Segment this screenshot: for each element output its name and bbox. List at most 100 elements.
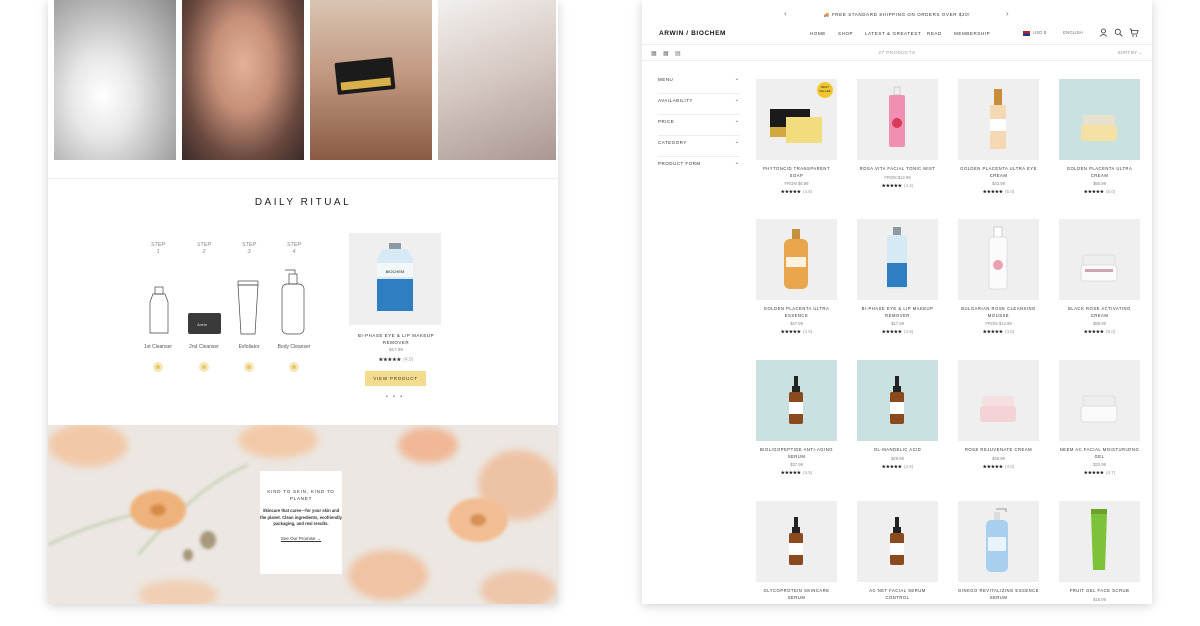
step-3-label: STEP 3 (241, 242, 257, 255)
product-image[interactable]: BEST SELLER (756, 79, 837, 160)
filter-price[interactable]: PRICE ⌄ (658, 115, 740, 136)
ugc-photo-woman-face[interactable] (182, 0, 304, 160)
product-card[interactable]: ROSE REJUVENATE CREAM $49.99 ★★★★★ (4.9) (958, 360, 1039, 470)
filter-availability[interactable]: AVAILABILITY ⌄ (658, 94, 740, 115)
account-icon[interactable] (1099, 28, 1108, 39)
nav-shop[interactable]: SHOP (838, 31, 853, 36)
product-card[interactable]: GLYCOPROTEIN SKINCARE SERUM (756, 501, 837, 604)
product-image[interactable] (756, 219, 837, 300)
featured-product-title[interactable]: BI-PHASE EYE & LIP MAKEUP REMOVER (348, 332, 444, 346)
product-image[interactable] (1059, 219, 1140, 300)
step-4-hotspot[interactable] (289, 362, 299, 372)
step-2-name: 2nd Cleanser (189, 344, 219, 350)
filter-category[interactable]: CATEGORY ⌄ (658, 136, 740, 157)
ugc-photo-foam[interactable] (54, 0, 176, 160)
product-card[interactable]: ROSA VITA FACIAL TONIC MIST FROM $12.99 ★★… (857, 79, 938, 189)
shop-panel: ‹ 🚚 FREE STANDARD SHIPPING ON ORDERS OVE… (642, 0, 1152, 604)
product-name[interactable]: GOLDEN PLACENTA ULTRA CREAM (1059, 166, 1140, 179)
product-image[interactable] (1059, 79, 1140, 160)
product-image[interactable] (857, 360, 938, 441)
ugc-photo-soap-bar[interactable] (310, 0, 432, 160)
see-our-promise-link[interactable]: See Our Promise → (260, 536, 342, 541)
product-price: $33.99 (1093, 462, 1106, 467)
product-card[interactable]: BIOLIGOPEPTIDE ANTI-AGING SERUM $37.99 ★★★… (756, 360, 837, 476)
product-rating: ★★★★★ (5.0) (1083, 329, 1116, 334)
cart-icon[interactable] (1129, 28, 1139, 39)
tube-illustration (236, 280, 260, 336)
product-rating: ★★★★★ (5.0) (982, 189, 1015, 194)
nav-read[interactable]: READ (927, 31, 942, 36)
product-card[interactable]: BLACK ROSE ACTIVATING CREAM $88.99 ★★★★★ (5… (1059, 219, 1140, 335)
product-card[interactable]: GOLDEN PLACENTA ULTRA CREAM $55.99 ★★★★★ (5… (1059, 79, 1140, 195)
product-name[interactable]: BULGARIAN ROSE CLEANSING MOUSSE (958, 306, 1039, 319)
product-card[interactable]: OL-MANDELIC ACID $29.99 ★★★★★ (4.5) (857, 360, 938, 470)
product-name[interactable]: OL-MANDELIC ACID (857, 447, 938, 454)
product-card[interactable]: BEST SELLER PHYTONCID TRANSPARENT SOAP FRO… (756, 79, 837, 195)
site-logo[interactable]: ARWIN / BIOCHEM (659, 30, 726, 37)
product-card[interactable]: GOLDEN PLACENTA ULTRA ESSENCE $47.99 ★★★★★… (756, 219, 837, 335)
pump-bottle-illustration (279, 268, 309, 336)
featured-product-image[interactable]: BIOCHEM (349, 233, 441, 325)
product-name[interactable]: AC NET FACIAL SERUM CONTROL (857, 588, 938, 601)
best-seller-badge: BEST SELLER (817, 82, 833, 98)
step-2-hotspot[interactable] (199, 362, 209, 372)
soap-bar-illustration: Arwin (187, 312, 223, 336)
product-count: 27 PRODUCTS (878, 50, 916, 55)
product-card[interactable]: AC NET FACIAL SERUM CONTROL (857, 501, 938, 604)
product-name[interactable]: FRUIT GEL FACE SCRUB (1059, 588, 1140, 595)
product-price: $29.99 (891, 455, 904, 461)
product-name[interactable]: ROSE REJUVENATE CREAM (958, 447, 1039, 454)
product-name[interactable]: BI-PHASE EYE & LIP MAKEUP REMOVER (857, 306, 938, 319)
product-image[interactable] (1059, 501, 1140, 582)
product-card[interactable]: NEEM AC FACIAL MOISTURIZING GEL $33.99 ★★★… (1059, 360, 1140, 476)
product-price: $33.99 (992, 181, 1005, 186)
product-card[interactable]: GOLDEN PLACENTA ULTRA EYE CREAM $33.99 ★★★… (958, 79, 1039, 195)
product-name[interactable]: BLACK ROSE ACTIVATING CREAM (1059, 306, 1140, 319)
product-price: $88.99 (1093, 321, 1106, 326)
sort-by-dropdown[interactable]: SORT BY ⌄ (1117, 50, 1142, 56)
nav-home[interactable]: HOME (810, 31, 826, 36)
product-card[interactable]: GINKGO REVITALIZING ESSENCE SERUM (958, 501, 1039, 604)
product-price: $47.99 (790, 321, 803, 326)
language-selector[interactable]: ENGLISH (1063, 30, 1083, 35)
product-image[interactable] (1059, 360, 1140, 441)
filter-menu[interactable]: MENU ⌄ (658, 73, 740, 94)
product-name[interactable]: PHYTONCID TRANSPARENT SOAP (756, 166, 837, 179)
daily-ritual-title: DAILY RITUAL (254, 197, 352, 208)
product-name[interactable]: GOLDEN PLACENTA ULTRA EYE CREAM (958, 166, 1039, 179)
filter-product-form[interactable]: PRODUCT FORM ⌄ (658, 157, 740, 178)
product-image[interactable] (857, 501, 938, 582)
product-card[interactable]: BULGARIAN ROSE CLEANSING MOUSSE FROM $13.… (958, 219, 1039, 335)
product-image[interactable] (857, 219, 938, 300)
announcement-next-icon[interactable]: › (1006, 9, 1009, 18)
product-name[interactable]: NEEM AC FACIAL MOISTURIZING GEL (1059, 447, 1140, 460)
search-icon[interactable] (1114, 28, 1123, 39)
product-name[interactable]: ROSA VITA FACIAL TONIC MIST (857, 166, 938, 173)
product-image[interactable] (958, 79, 1039, 160)
nav-latest[interactable]: LATEST & GREATEST (865, 31, 921, 36)
product-image[interactable] (958, 501, 1039, 582)
carousel-dots[interactable]: • • • (386, 394, 404, 400)
nav-membership[interactable]: MEMBERSHIP (954, 31, 990, 36)
product-image[interactable] (756, 501, 837, 582)
product-price: $17.99 (891, 321, 904, 326)
product-card[interactable]: BI-PHASE EYE & LIP MAKEUP REMOVER $17.99 ★… (857, 219, 938, 335)
product-name[interactable]: GLYCOPROTEIN SKINCARE SERUM (756, 588, 837, 601)
product-card[interactable]: FRUIT GEL FACE SCRUB $18.99 (1059, 501, 1140, 604)
product-name[interactable]: GOLDEN PLACENTA ULTRA ESSENCE (756, 306, 837, 319)
flag-icon (1023, 31, 1030, 36)
product-image[interactable] (756, 360, 837, 441)
product-image[interactable] (958, 219, 1039, 300)
step-1-hotspot[interactable] (153, 362, 163, 372)
product-image[interactable] (857, 79, 938, 160)
ugc-photo-hand[interactable] (438, 0, 556, 160)
product-rating: ★★★★★ (4.4) (881, 182, 914, 188)
product-image[interactable] (958, 360, 1039, 441)
view-product-button[interactable]: VIEW PRODUCT (365, 371, 426, 386)
product-name[interactable]: BIOLIGOPEPTIDE ANTI-AGING SERUM (756, 447, 837, 460)
product-price: FROM $13.99 (985, 321, 1012, 326)
step-3-hotspot[interactable] (244, 362, 254, 372)
product-name[interactable]: GINKGO REVITALIZING ESSENCE SERUM (958, 588, 1039, 601)
product-rating: ★★★★★ (5.0) (1083, 189, 1116, 194)
currency-selector[interactable]: USD $ (1033, 30, 1046, 35)
